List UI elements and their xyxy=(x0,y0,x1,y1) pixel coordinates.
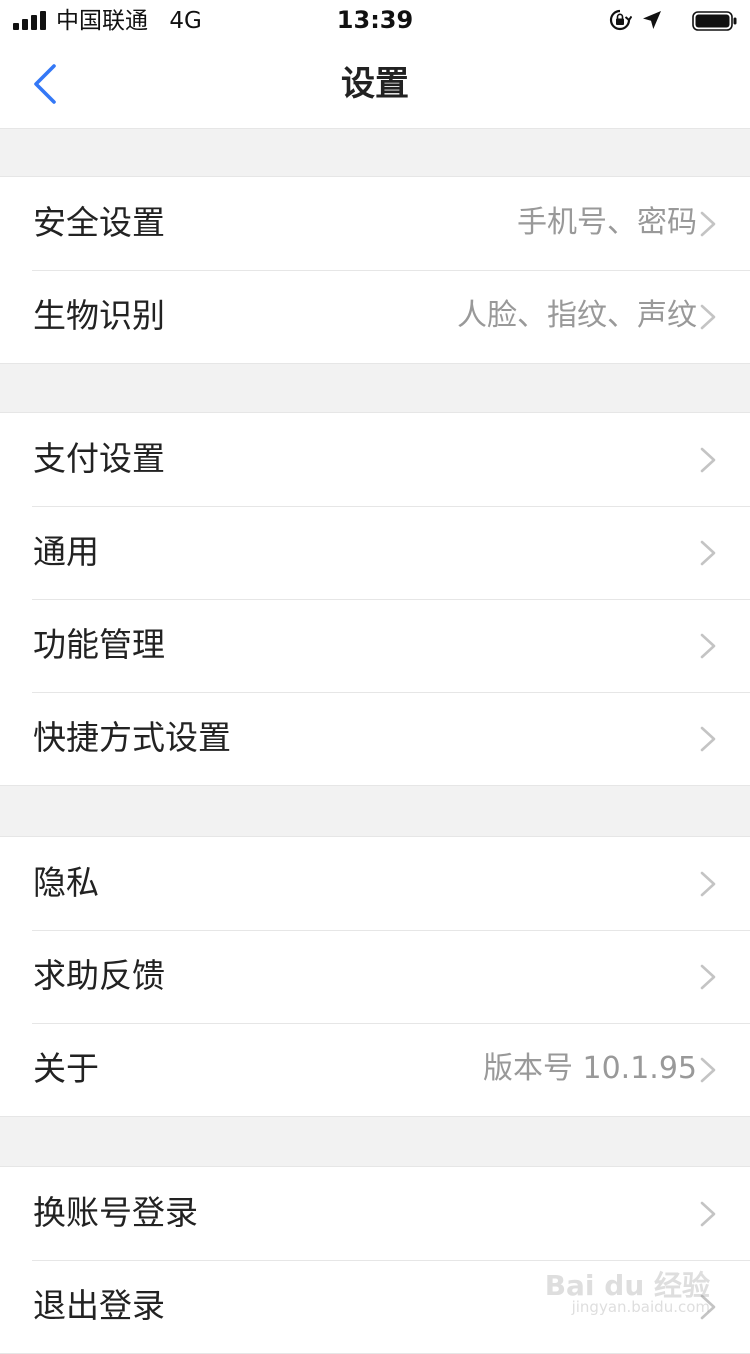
settings-group-general: 支付设置 通用 功能管理 快捷方式设置 xyxy=(0,412,750,786)
row-label: 支付设置 xyxy=(33,439,165,478)
row-about[interactable]: 关于 版本号 10.1.95 xyxy=(0,1023,750,1116)
row-general[interactable]: 通用 xyxy=(0,506,750,599)
chevron-right-icon xyxy=(700,211,716,237)
row-switch-account[interactable]: 换账号登录 xyxy=(0,1167,750,1260)
chevron-right-icon xyxy=(700,1057,716,1083)
row-value: 手机号、密码 xyxy=(517,205,697,240)
status-bar: 中国联通 4G 13:39 xyxy=(0,0,750,40)
chevron-right-icon xyxy=(700,633,716,659)
status-icons xyxy=(608,7,738,33)
row-label: 求助反馈 xyxy=(33,956,165,995)
row-label: 关于 xyxy=(33,1049,99,1088)
watermark-url: jingyan.baidu.com xyxy=(571,1298,710,1316)
row-payment-settings[interactable]: 支付设置 xyxy=(0,413,750,506)
settings-group-account-security: 安全设置 手机号、密码 生物识别 人脸、指纹、声纹 xyxy=(0,176,750,364)
row-label: 快捷方式设置 xyxy=(33,718,231,757)
location-arrow-icon xyxy=(643,11,661,29)
row-help-feedback[interactable]: 求助反馈 xyxy=(0,930,750,1023)
row-privacy[interactable]: 隐私 xyxy=(0,837,750,930)
chevron-right-icon xyxy=(700,540,716,566)
settings-group-about: 隐私 求助反馈 关于 版本号 10.1.95 xyxy=(0,836,750,1117)
chevron-right-icon xyxy=(700,447,716,473)
row-value: 人脸、指纹、声纹 xyxy=(457,298,697,333)
row-shortcut-settings[interactable]: 快捷方式设置 xyxy=(0,692,750,785)
orientation-lock-icon xyxy=(609,9,632,31)
row-security-settings[interactable]: 安全设置 手机号、密码 xyxy=(0,177,750,270)
navigation-bar: 设置 xyxy=(0,40,750,129)
row-label: 隐私 xyxy=(33,863,99,902)
chevron-right-icon xyxy=(700,726,716,752)
row-label: 退出登录 xyxy=(33,1286,165,1325)
chevron-right-icon xyxy=(700,871,716,897)
row-label: 生物识别 xyxy=(33,296,165,335)
row-label: 换账号登录 xyxy=(33,1193,198,1232)
row-feature-management[interactable]: 功能管理 xyxy=(0,599,750,692)
row-biometrics[interactable]: 生物识别 人脸、指纹、声纹 xyxy=(0,270,750,363)
row-label: 功能管理 xyxy=(33,625,165,664)
chevron-right-icon xyxy=(700,304,716,330)
battery-icon xyxy=(692,11,737,31)
row-label: 通用 xyxy=(33,532,99,571)
settings-group-account: 换账号登录 退出登录 xyxy=(0,1166,750,1354)
chevron-right-icon xyxy=(700,1201,716,1227)
page-title: 设置 xyxy=(341,64,409,104)
row-label: 安全设置 xyxy=(33,203,165,242)
chevron-right-icon xyxy=(700,964,716,990)
row-value: 版本号 10.1.95 xyxy=(482,1051,697,1086)
